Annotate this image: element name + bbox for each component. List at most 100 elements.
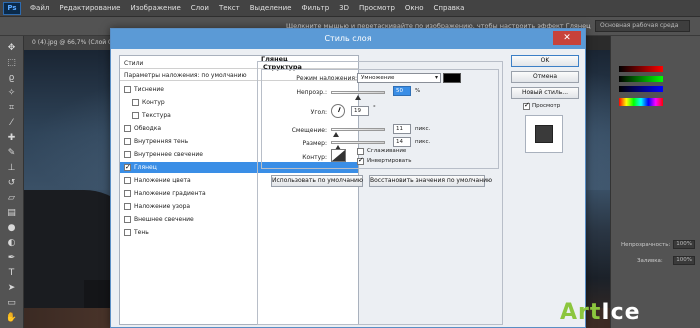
move-tool-icon[interactable]: ✥ [4, 42, 19, 54]
outer-glow-checkbox[interactable] [124, 216, 131, 223]
invert-label: Инвертировать [367, 158, 412, 164]
blur-tool-icon[interactable]: ● [4, 222, 19, 234]
opacity-slider-thumb[interactable] [355, 95, 361, 100]
preview-swatch [535, 125, 553, 143]
angle-label: Угол: [310, 109, 327, 116]
red-slider[interactable] [619, 66, 663, 72]
angle-dial[interactable] [331, 104, 345, 118]
opacity-field[interactable]: 100% [673, 240, 695, 249]
preview-checkbox[interactable] [523, 101, 530, 110]
color-spectrum[interactable] [619, 98, 663, 106]
distance-label: Смещение: [291, 127, 327, 134]
antialias-checkbox[interactable] [357, 148, 364, 155]
dialog-titlebar[interactable]: Стиль слоя ✕ [111, 29, 585, 49]
menu-type[interactable]: Текст [214, 4, 245, 12]
opacity-input[interactable]: 50 [393, 86, 411, 96]
menu-3d[interactable]: 3D [334, 4, 354, 12]
opacity-unit: % [415, 88, 421, 94]
menu-select[interactable]: Выделение [245, 4, 297, 12]
watermark-part-2: Ice [601, 300, 641, 325]
dodge-tool-icon[interactable]: ◐ [4, 237, 19, 249]
contour-picker[interactable] [331, 149, 346, 162]
brush-tool-icon[interactable]: ✎ [4, 147, 19, 159]
make-default-button[interactable]: Использовать по умолчанию [271, 175, 363, 187]
angle-unit: ° [373, 105, 376, 111]
photoshop-logo: Ps [3, 1, 21, 15]
bevel-checkbox[interactable] [124, 86, 131, 93]
style-preview [525, 115, 563, 153]
menu-help[interactable]: Справка [429, 4, 470, 12]
size-input[interactable]: 14 [393, 137, 411, 147]
gradient-overlay-checkbox[interactable] [124, 190, 131, 197]
drop-shadow-checkbox[interactable] [124, 229, 131, 236]
opacity-label: Непрозрачность: [621, 242, 671, 248]
antialias-label: Сглаживание [367, 148, 407, 154]
opacity-slider[interactable] [331, 91, 385, 94]
menu-window[interactable]: Окно [400, 4, 429, 12]
new-style-button[interactable]: Новый стиль... [511, 87, 579, 99]
fill-label: Заливка: [637, 258, 663, 264]
document-tab[interactable]: 0 (4).jpg @ 66,7% (Слой 0... [24, 36, 120, 50]
distance-unit: пикс. [415, 126, 431, 132]
blend-mode-label: Режим наложения: [296, 75, 357, 82]
size-label: Размер: [302, 140, 327, 147]
pattern-overlay-checkbox[interactable] [124, 203, 131, 210]
history-brush-tool-icon[interactable]: ↺ [4, 177, 19, 189]
invert-checkbox[interactable] [357, 156, 364, 165]
color-overlay-checkbox[interactable] [124, 177, 131, 184]
cancel-button[interactable]: Отмена [511, 71, 579, 83]
pen-tool-icon[interactable]: ✒ [4, 252, 19, 264]
menu-edit[interactable]: Редактирование [54, 4, 125, 12]
workspace-select[interactable]: Основная рабочая среда [595, 20, 690, 32]
layer-style-dialog: Стиль слоя ✕ Стили Параметры наложения: … [110, 28, 586, 328]
contour-curve-icon [332, 150, 345, 161]
type-tool-icon[interactable]: T [4, 267, 19, 279]
shape-tool-icon[interactable]: ▭ [4, 297, 19, 309]
distance-slider-thumb[interactable] [333, 132, 339, 137]
menu-layers[interactable]: Слои [186, 4, 214, 12]
watermark-logo: ArtIce [560, 300, 641, 325]
path-select-tool-icon[interactable]: ➤ [4, 282, 19, 294]
green-slider[interactable] [619, 76, 663, 82]
reset-default-button[interactable]: Восстановить значения по умолчанию [369, 175, 492, 187]
blue-slider[interactable] [619, 86, 663, 92]
ok-button[interactable]: OK [511, 55, 579, 67]
chevron-down-icon: ▾ [434, 74, 438, 81]
menu-filter[interactable]: Фильтр [296, 4, 334, 12]
angle-input[interactable]: 19 [351, 106, 369, 116]
hand-tool-icon[interactable]: ✋ [4, 312, 19, 324]
distance-slider[interactable] [331, 128, 385, 131]
size-unit: пикс. [415, 139, 431, 145]
marquee-tool-icon[interactable]: ⬚ [4, 57, 19, 69]
angle-needle [338, 107, 341, 113]
lasso-tool-icon[interactable]: ϱ [4, 72, 19, 84]
gradient-tool-icon[interactable]: ▤ [4, 207, 19, 219]
menu-bar: Ps Файл Редактирование Изображение Слои … [0, 0, 700, 17]
menu-file[interactable]: Файл [25, 4, 54, 12]
menu-view[interactable]: Просмотр [354, 4, 400, 12]
blend-mode-select[interactable]: Умножение ▾ [357, 73, 441, 83]
healing-tool-icon[interactable]: ✚ [4, 132, 19, 144]
contour-checkbox[interactable] [132, 99, 139, 106]
size-slider[interactable] [331, 141, 385, 144]
distance-input[interactable]: 11 [393, 124, 411, 134]
stamp-tool-icon[interactable]: ⊥ [4, 162, 19, 174]
color-swatch[interactable] [443, 73, 461, 83]
menu-image[interactable]: Изображение [125, 4, 185, 12]
stroke-checkbox[interactable] [124, 125, 131, 132]
preview-label: Просмотр [532, 103, 561, 109]
eraser-tool-icon[interactable]: ▱ [4, 192, 19, 204]
crop-tool-icon[interactable]: ⌗ [4, 102, 19, 114]
fill-field[interactable]: 100% [673, 256, 695, 265]
texture-checkbox[interactable] [132, 112, 139, 119]
inner-glow-checkbox[interactable] [124, 151, 131, 158]
watermark-part-1: Art [560, 300, 602, 325]
opacity-label: Непрозр.: [296, 89, 327, 96]
tools-panel: ✥ ⬚ ϱ ✧ ⌗ ⁄ ✚ ✎ ⊥ ↺ ▱ ▤ ● ◐ ✒ T ➤ ▭ ✋ [0, 36, 24, 328]
right-panels: Непрозрачность: 100% Заливка: 100% [610, 36, 700, 328]
satin-checkbox[interactable] [124, 162, 131, 173]
inner-shadow-checkbox[interactable] [124, 138, 131, 145]
magic-wand-tool-icon[interactable]: ✧ [4, 87, 19, 99]
eyedropper-tool-icon[interactable]: ⁄ [4, 117, 19, 129]
close-icon[interactable]: ✕ [553, 31, 581, 45]
